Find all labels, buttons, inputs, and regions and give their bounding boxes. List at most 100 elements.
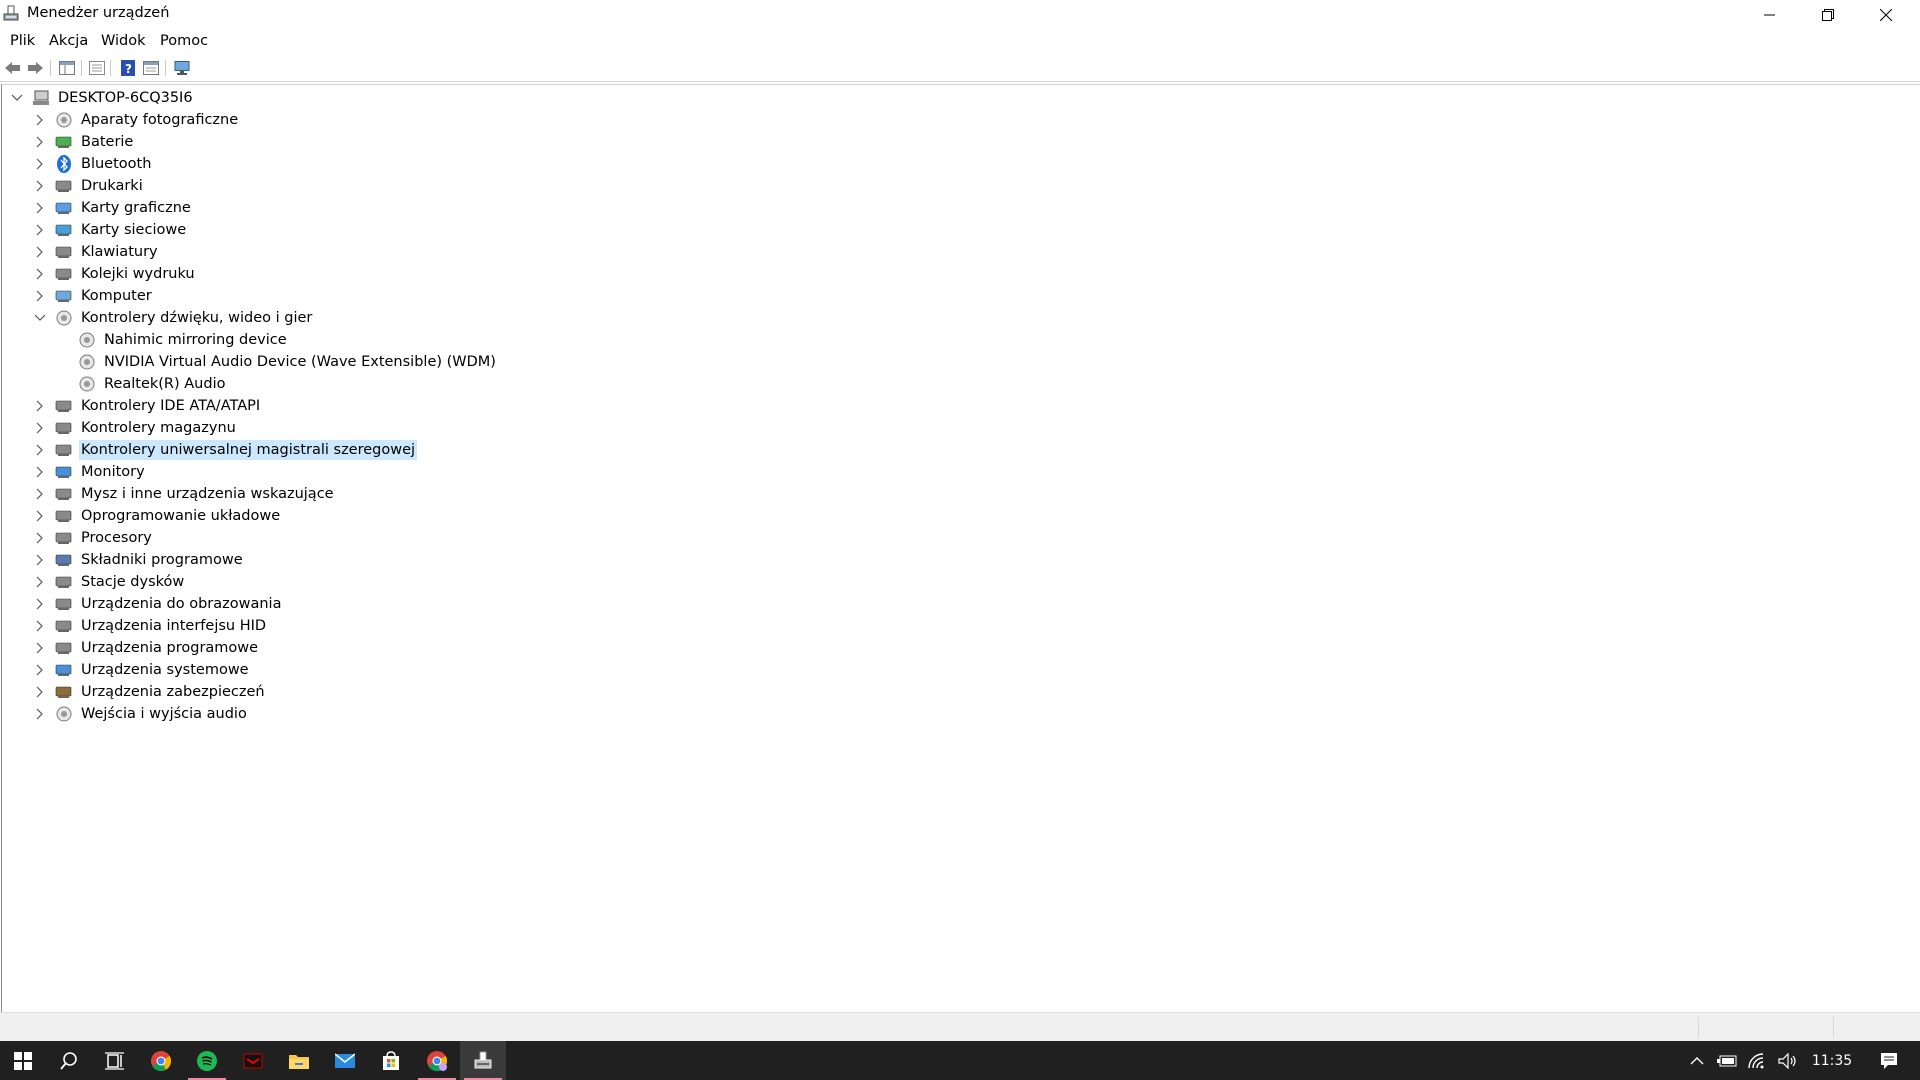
audio-device-icon <box>78 375 96 393</box>
chevron-down-icon <box>11 94 23 101</box>
restore-button[interactable] <box>1799 0 1856 29</box>
chevron-right-icon <box>36 576 43 588</box>
menu-bar: Plik Akcja Widok Pomoc <box>0 31 1920 53</box>
menu-view[interactable]: Widok <box>101 33 146 49</box>
tree-category[interactable]: Karty graficzne <box>33 197 193 219</box>
tree-device[interactable]: Nahimic mirroring device <box>78 329 289 351</box>
tree-category[interactable]: Urządzenia interfejsu HID <box>33 615 268 637</box>
expand-toggle[interactable] <box>33 619 47 633</box>
tree-category[interactable]: Komputer <box>33 285 154 307</box>
expand-toggle[interactable] <box>33 399 47 413</box>
forward-button[interactable] <box>25 58 45 78</box>
tree-category[interactable]: Kontrolery uniwersalnej magistrali szere… <box>33 439 418 461</box>
close-button[interactable] <box>1857 0 1914 29</box>
scan-hardware-button[interactable] <box>172 58 192 78</box>
tree-device[interactable]: NVIDIA Virtual Audio Device (Wave Extens… <box>78 351 498 373</box>
tree-category[interactable]: Kolejki wydruku <box>33 263 197 285</box>
tree-category[interactable]: Monitory <box>33 461 147 483</box>
ide-controller-icon <box>55 400 72 412</box>
keyboard-icon <box>55 246 72 258</box>
expand-toggle[interactable] <box>33 157 47 171</box>
tree-category[interactable]: Oprogramowanie układowe <box>33 505 282 527</box>
tree-category[interactable]: Baterie <box>33 131 135 153</box>
file-explorer-button[interactable] <box>276 1041 322 1080</box>
expand-toggle[interactable] <box>33 443 47 457</box>
expand-toggle[interactable] <box>33 135 47 149</box>
battery-tray-button[interactable] <box>1714 1041 1740 1080</box>
tree-category[interactable]: Urządzenia zabezpieczeń <box>33 681 267 703</box>
tree-category[interactable]: Kontrolery IDE ATA/ATAPI <box>33 395 262 417</box>
action-center-button[interactable] <box>1866 1041 1912 1080</box>
menu-action[interactable]: Akcja <box>49 33 88 49</box>
task-view-button[interactable] <box>92 1041 138 1080</box>
tree-category[interactable]: Procesory <box>33 527 154 549</box>
store-button[interactable] <box>368 1041 414 1080</box>
expand-toggle[interactable] <box>33 465 47 479</box>
expand-toggle[interactable] <box>33 113 47 127</box>
expand-toggle[interactable] <box>33 311 47 325</box>
tree-category[interactable]: Klawiatury <box>33 241 160 263</box>
tree-device-label: Nahimic mirroring device <box>104 332 287 348</box>
expand-toggle[interactable] <box>33 531 47 545</box>
tree-category[interactable]: Kontrolery dźwięku, wideo i gier <box>33 307 314 329</box>
tree-category[interactable]: Urządzenia systemowe <box>33 659 251 681</box>
start-button[interactable] <box>0 1041 46 1080</box>
properties-button[interactable] <box>87 58 107 78</box>
tree-category[interactable]: Wejścia i wyjścia audio <box>33 703 249 725</box>
chrome-button[interactable] <box>138 1041 184 1080</box>
tree-category[interactable]: Drukarki <box>33 175 145 197</box>
mail-button[interactable] <box>322 1041 368 1080</box>
back-button[interactable] <box>3 58 23 78</box>
search-button[interactable] <box>46 1041 92 1080</box>
game-app-button[interactable] <box>230 1041 276 1080</box>
tree-device[interactable]: Realtek(R) Audio <box>78 373 227 395</box>
taskbar-clock[interactable]: 11:35 <box>1797 1041 1867 1080</box>
tree-category[interactable]: Urządzenia programowe <box>33 637 260 659</box>
menu-file[interactable]: Plik <box>10 33 35 49</box>
spotify-button[interactable] <box>184 1041 230 1080</box>
device-tree[interactable]: DESKTOP-6CQ35I6 Aparaty fotograficzne Bate… <box>1 84 1920 1013</box>
chevron-right-icon <box>36 202 43 214</box>
tree-category[interactable]: Składniki programowe <box>33 549 245 571</box>
expand-toggle[interactable] <box>33 509 47 523</box>
category-icon <box>55 243 73 261</box>
expand-toggle[interactable] <box>33 223 47 237</box>
device-manager-taskbar-button[interactable] <box>460 1041 506 1080</box>
expand-toggle[interactable] <box>33 245 47 259</box>
expand-toggle[interactable] <box>33 179 47 193</box>
tree-category[interactable]: Aparaty fotograficzne <box>33 109 240 131</box>
export-list-button[interactable] <box>141 58 161 78</box>
expand-toggle[interactable] <box>33 553 47 567</box>
category-icon <box>55 133 73 151</box>
tree-category[interactable]: Mysz i inne urządzenia wskazujące <box>33 483 336 505</box>
network-tray-button[interactable] <box>1745 1041 1771 1080</box>
chrome-profile-button[interactable] <box>414 1041 460 1080</box>
minimize-button[interactable] <box>1741 0 1798 29</box>
expand-toggle[interactable] <box>33 597 47 611</box>
expand-toggle[interactable] <box>33 421 47 435</box>
expand-toggle[interactable] <box>33 641 47 655</box>
expand-toggle[interactable] <box>33 575 47 589</box>
category-icon <box>55 177 73 195</box>
expand-toggle[interactable] <box>10 91 24 105</box>
tree-category[interactable]: Kontrolery magazynu <box>33 417 238 439</box>
expand-toggle[interactable] <box>33 289 47 303</box>
tree-category[interactable]: Stacje dysków <box>33 571 186 593</box>
audio-io-icon <box>56 706 72 722</box>
menu-help[interactable]: Pomoc <box>160 33 208 49</box>
expand-toggle[interactable] <box>33 663 47 677</box>
tree-category[interactable]: Urządzenia do obrazowania <box>33 593 283 615</box>
expand-toggle[interactable] <box>33 685 47 699</box>
imaging-device-icon <box>55 598 72 610</box>
show-hidden-icons-button[interactable] <box>1685 1041 1709 1080</box>
tree-category[interactable]: Bluetooth <box>33 153 153 175</box>
tree-category[interactable]: Karty sieciowe <box>33 219 188 241</box>
console-tree-button[interactable] <box>57 58 77 78</box>
help-button[interactable]: ? <box>118 58 138 78</box>
expand-toggle[interactable] <box>33 707 47 721</box>
tree-root[interactable]: DESKTOP-6CQ35I6 <box>10 87 195 109</box>
expand-toggle[interactable] <box>33 267 47 281</box>
expand-toggle[interactable] <box>33 487 47 501</box>
expand-toggle[interactable] <box>33 201 47 215</box>
category-icon <box>55 441 73 459</box>
